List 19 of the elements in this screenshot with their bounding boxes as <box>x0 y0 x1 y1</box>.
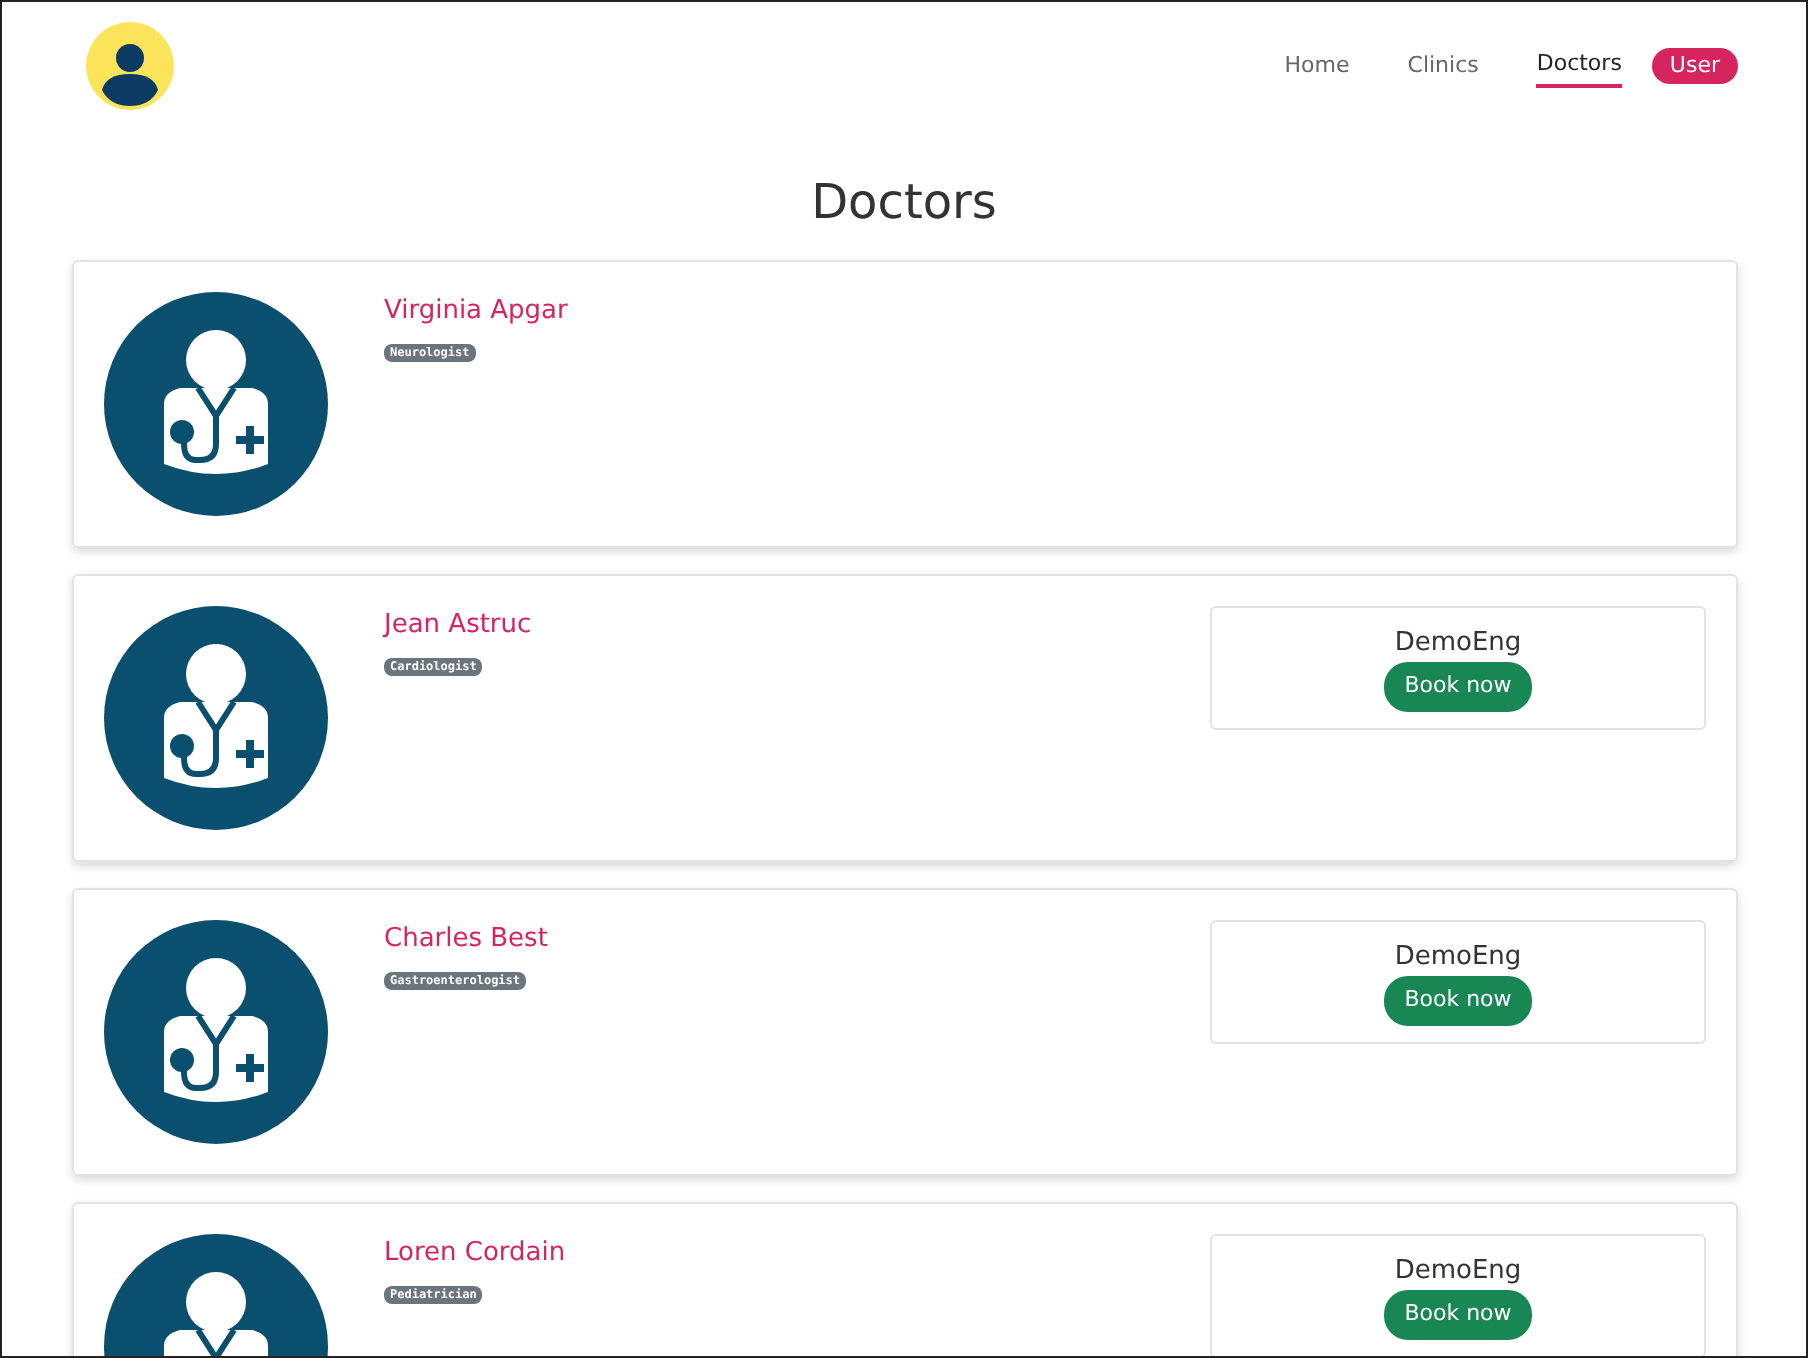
book-button[interactable]: Book now <box>1384 976 1532 1026</box>
doctor-name[interactable]: Virginia Apgar <box>384 291 568 331</box>
book-button[interactable]: Book now <box>1384 1290 1532 1340</box>
clinic-name: DemoEng <box>1394 1253 1522 1290</box>
nav-link[interactable]: Home <box>1284 45 1350 87</box>
nav-link[interactable]: Doctors <box>1536 43 1622 89</box>
doctor-avatar-icon <box>104 919 328 1144</box>
doctor-logo <box>86 22 174 110</box>
doctor-avatar-icon <box>104 605 328 830</box>
doctor-name[interactable]: Charles Best <box>384 919 548 959</box>
page-title: Doctors <box>809 174 999 232</box>
nav-link[interactable]: Clinics <box>1407 45 1479 87</box>
user-button[interactable]: User <box>1651 47 1738 85</box>
clinic-name: DemoEng <box>1394 939 1522 976</box>
book-button[interactable]: Book now <box>1384 662 1532 712</box>
clinic-name: DemoEng <box>1394 625 1522 662</box>
doctor-avatar-icon <box>104 291 328 516</box>
doctor-name[interactable]: Jean Astruc <box>384 605 532 645</box>
doctor-name[interactable]: Loren Cordain <box>384 1233 566 1273</box>
